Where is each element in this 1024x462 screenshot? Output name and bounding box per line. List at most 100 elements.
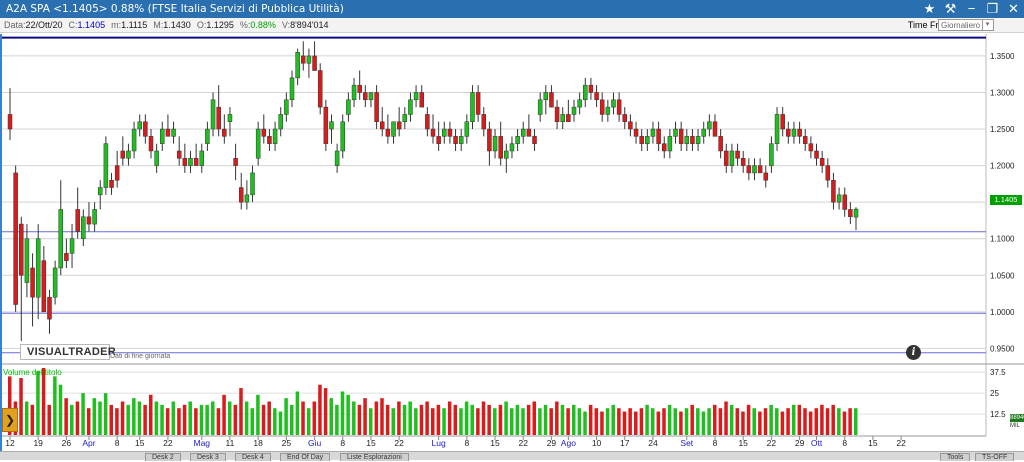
candle-body <box>58 209 64 269</box>
date-tick-label: 8 <box>340 438 345 448</box>
date-tick-label: 15 <box>868 438 878 448</box>
volume-bar <box>509 408 514 435</box>
candle-body <box>13 172 18 305</box>
volume-bar <box>92 398 97 435</box>
volume-bar <box>126 404 130 435</box>
candle-body <box>577 99 582 108</box>
volume-bar <box>137 401 142 435</box>
volume-bar <box>397 401 401 435</box>
volume-bar <box>526 404 531 435</box>
candle-body <box>92 209 97 225</box>
volume-bar <box>611 404 615 435</box>
candle-body <box>430 128 436 137</box>
volume-bar <box>521 408 525 435</box>
candle-body <box>7 114 13 130</box>
volume-bar <box>385 404 390 435</box>
candle-body <box>317 70 323 108</box>
volume-bar <box>566 408 570 435</box>
date-tick-label: 12 <box>5 438 15 448</box>
candle-body <box>436 136 441 144</box>
volume-bar <box>487 404 491 435</box>
candle-body <box>453 136 458 144</box>
volume-bar <box>769 404 773 435</box>
date-tick-label: 15 <box>738 438 748 448</box>
candle-body <box>470 92 475 122</box>
candle-body <box>746 165 752 174</box>
volume-bar <box>165 408 170 435</box>
scroll-left-icon[interactable]: ❯ <box>2 408 18 432</box>
volume-bar <box>690 404 694 435</box>
volume-tick-label: 25 <box>990 389 999 398</box>
volume-bar <box>498 404 503 435</box>
volume-bar <box>408 401 412 435</box>
volume-bar <box>239 388 243 435</box>
volume-bar <box>86 408 91 435</box>
volume-bar <box>233 404 238 435</box>
candle-body <box>475 92 481 115</box>
date-tick-label: 22 <box>767 438 777 448</box>
volume-bar <box>696 408 700 435</box>
volume-bar <box>160 404 164 435</box>
candle-body <box>611 99 616 108</box>
date-tick-label: 22 <box>163 438 173 448</box>
candle-body <box>526 128 532 137</box>
candle-body <box>673 128 678 137</box>
volume-bar <box>656 411 661 435</box>
volume-bar <box>98 401 102 435</box>
candle-body <box>97 187 103 196</box>
date-tick-label: 22 <box>394 438 404 448</box>
candle-body <box>24 238 30 283</box>
volume-bar <box>758 411 762 435</box>
candle-body <box>487 128 492 152</box>
candle-body <box>848 209 853 218</box>
volume-bar <box>775 408 779 435</box>
volume-bar <box>154 401 159 435</box>
date-tick-label: 18 <box>253 438 263 448</box>
price-tick-label: 0.9500 <box>990 344 1015 353</box>
volume-bar <box>75 401 80 435</box>
date-tick-label: 19 <box>33 438 43 448</box>
volume-bar <box>177 408 181 435</box>
volume-bar <box>312 401 317 435</box>
candle-body <box>199 150 205 166</box>
date-tick-label: 22 <box>519 438 529 448</box>
volume-bar <box>30 404 35 435</box>
volume-bar <box>504 401 508 435</box>
price-tick-label: 1.3500 <box>990 52 1015 61</box>
info-icon[interactable]: i <box>906 345 921 360</box>
volume-bar <box>746 404 751 435</box>
price-tick-label: 1.0000 <box>990 308 1015 317</box>
volume-bar <box>278 411 283 435</box>
volume-bar <box>211 401 215 435</box>
volume-bar <box>227 401 232 435</box>
candle-body <box>131 128 137 152</box>
volume-bar <box>515 404 520 435</box>
candle-body <box>52 267 58 298</box>
volume-bar <box>284 398 288 435</box>
candle-body <box>351 84 357 101</box>
candle-body <box>814 150 819 159</box>
volume-bar <box>216 408 221 435</box>
candle-body <box>323 106 329 144</box>
candle-body <box>69 238 75 254</box>
volume-bar <box>673 408 678 435</box>
price-tick-label: 1.0500 <box>990 271 1015 280</box>
volume-bar <box>132 398 136 435</box>
candle-body <box>368 92 374 101</box>
volume-bar <box>650 408 655 435</box>
candle-body <box>836 194 842 203</box>
candle-body <box>599 99 605 115</box>
volume-bar <box>24 401 29 435</box>
volume-bar <box>374 401 379 435</box>
volume-bar <box>222 394 226 435</box>
candle-body <box>594 92 599 101</box>
volume-tick-label: 37.5 <box>990 368 1006 377</box>
candle-body <box>137 121 142 130</box>
candle-body <box>75 209 80 232</box>
volume-bar <box>425 401 429 435</box>
volume-bar <box>188 401 192 435</box>
candle-body <box>695 136 701 144</box>
data-source-note: Dati di fine giornata <box>110 353 171 360</box>
price-chart[interactable]: 1.35001.30001.25001.20001.15001.10001.05… <box>0 0 1024 460</box>
volume-bar <box>763 408 768 435</box>
